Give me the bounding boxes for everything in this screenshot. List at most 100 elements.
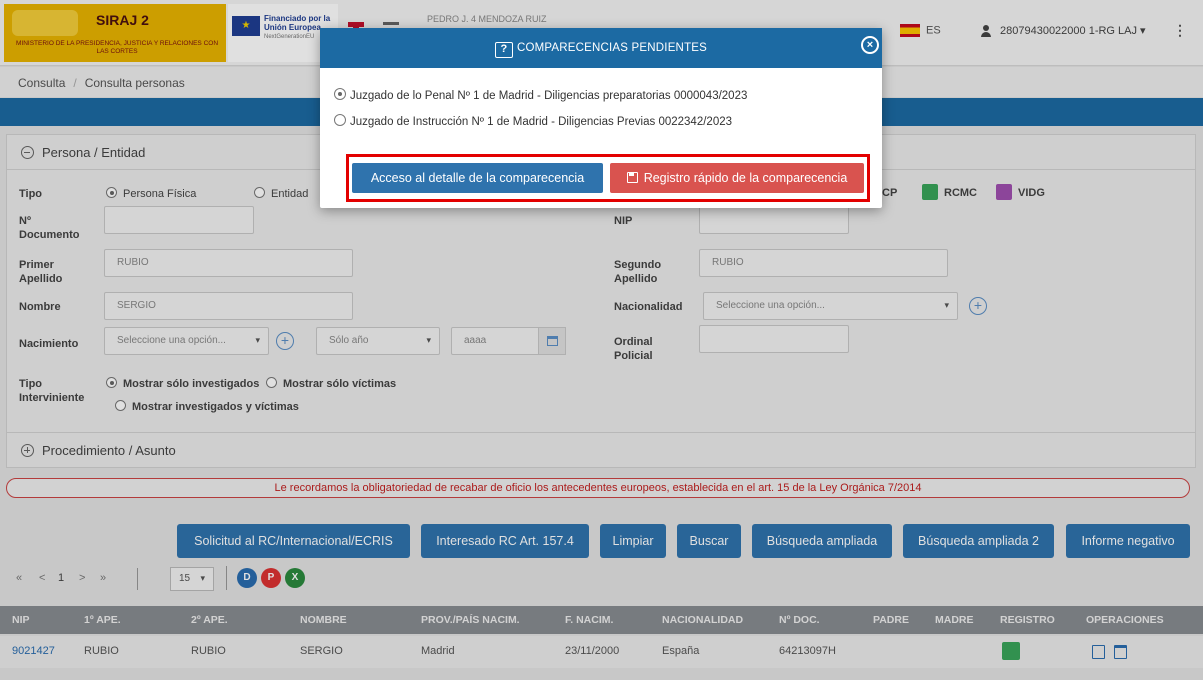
export-pdf-icon[interactable]: P bbox=[261, 568, 281, 588]
breadcrumb-item-consulta[interactable]: Consulta bbox=[18, 76, 65, 90]
busqueda-ampliada-2-button[interactable]: Búsqueda ampliada 2 bbox=[903, 524, 1054, 558]
radio-solo-victimas[interactable]: Mostrar sólo víctimas bbox=[266, 377, 396, 391]
radio-persona-fisica[interactable]: Persona Física bbox=[106, 187, 196, 201]
nacionalidad-select[interactable]: Seleccione una opción... ▾ bbox=[703, 292, 958, 320]
language-selector[interactable]: ES bbox=[900, 24, 941, 37]
limpiar-button[interactable]: Limpiar bbox=[600, 524, 666, 558]
radio-investigados-y-victimas[interactable]: Mostrar investigados y víctimas bbox=[115, 400, 299, 414]
nacimiento-placeholder: Seleccione una opción... bbox=[117, 335, 226, 346]
anio-input[interactable]: aaaa bbox=[451, 327, 541, 355]
radio-solo-investigados[interactable]: Mostrar sólo investigados bbox=[106, 377, 259, 391]
col-ape2[interactable]: 2º APE. bbox=[191, 614, 228, 626]
solicitud-rc-button[interactable]: Solicitud al RC/Internacional/ECRIS bbox=[177, 524, 410, 558]
export-doc-icon[interactable]: D bbox=[237, 568, 257, 588]
ministry-name: MINISTERIO DE LA PRESIDENCIA, JUSTICIA Y… bbox=[15, 40, 219, 55]
col-registro[interactable]: REGISTRO bbox=[1000, 614, 1055, 626]
nip-input[interactable] bbox=[699, 206, 849, 234]
col-madre[interactable]: MADRE bbox=[935, 614, 974, 626]
acceso-detalle-button[interactable]: Acceso al detalle de la comparecencia bbox=[352, 163, 603, 193]
section-title: Procedimiento / Asunto bbox=[42, 443, 176, 458]
section-procedimiento-asunto[interactable]: Procedimiento / Asunto bbox=[6, 432, 1196, 468]
nacionalidad-label: Nacionalidad bbox=[614, 301, 683, 313]
col-nip[interactable]: NIP bbox=[12, 614, 30, 626]
calendar-button[interactable] bbox=[538, 327, 566, 355]
export-xls-icon[interactable]: X bbox=[285, 568, 305, 588]
save-icon bbox=[626, 172, 638, 183]
segundo-apellido-input[interactable]: RUBIO bbox=[699, 249, 948, 277]
account-menu[interactable]: 28079430022000 1-RG LAJ ▾ bbox=[980, 24, 1146, 38]
chevron-down-icon: ▾ bbox=[1137, 25, 1146, 37]
col-ape1[interactable]: 1º APE. bbox=[84, 614, 121, 626]
add-nacionalidad-icon[interactable]: + bbox=[969, 297, 987, 315]
cell-prov: Madrid bbox=[421, 645, 455, 657]
table-row[interactable]: 9021427 RUBIO RUBIO SERGIO Madrid 23/11/… bbox=[0, 636, 1203, 668]
nro-documento-label: Nº Documento bbox=[19, 215, 80, 241]
ordinal-policial-label: Ordinal Policial bbox=[614, 336, 653, 362]
col-padre[interactable]: PADRE bbox=[873, 614, 909, 626]
informe-negativo-button[interactable]: Informe negativo bbox=[1066, 524, 1190, 558]
calendar-icon[interactable] bbox=[1114, 645, 1127, 659]
interesado-rc-button[interactable]: Interesado RC Art. 157.4 bbox=[421, 524, 589, 558]
col-prov[interactable]: PROV./PAÍS NACIM. bbox=[421, 614, 520, 626]
breadcrumb-separator: / bbox=[73, 76, 77, 90]
comparecencia-option-2[interactable]: Juzgado de Instrucción Nº 1 de Madrid - … bbox=[334, 114, 732, 128]
close-icon[interactable]: × bbox=[861, 36, 879, 54]
pager-last[interactable]: » bbox=[100, 572, 106, 584]
cell-ape2: RUBIO bbox=[191, 645, 226, 657]
page: SIRAJ 2 MINISTERIO DE LA PRESIDENCIA, JU… bbox=[0, 0, 1203, 680]
col-nacionalidad[interactable]: NACIONALIDAD bbox=[662, 614, 743, 626]
cell-nip[interactable]: 9021427 bbox=[12, 645, 55, 657]
siraj-logo[interactable]: SIRAJ 2 MINISTERIO DE LA PRESIDENCIA, JU… bbox=[4, 4, 226, 62]
app-title: SIRAJ 2 bbox=[96, 12, 149, 28]
legend-vidg-chip bbox=[996, 184, 1012, 200]
primer-apellido-input[interactable]: RUBIO bbox=[104, 249, 353, 277]
col-ndoc[interactable]: Nº DOC. bbox=[779, 614, 820, 626]
nro-documento-input[interactable] bbox=[104, 206, 254, 234]
col-fnac[interactable]: F. NACIM. bbox=[565, 614, 613, 626]
pager-current[interactable]: 1 bbox=[58, 572, 64, 584]
modal-header: ? COMPARECENCIAS PENDIENTES × bbox=[320, 28, 882, 68]
pager-next[interactable]: > bbox=[79, 572, 85, 584]
primer-apellido-label: Primer Apellido bbox=[19, 259, 63, 285]
cell-ape1: RUBIO bbox=[84, 645, 119, 657]
collapse-icon bbox=[21, 146, 34, 159]
add-nacimiento-icon[interactable]: + bbox=[276, 332, 294, 350]
radio-icon bbox=[266, 377, 277, 388]
account-id: 28079430022000 1-RG LAJ bbox=[1000, 25, 1137, 37]
col-operaciones[interactable]: OPERACIONES bbox=[1086, 614, 1164, 626]
buscar-button[interactable]: Buscar bbox=[677, 524, 741, 558]
chevron-down-icon: ▾ bbox=[426, 335, 431, 345]
user-name: PEDRO J. 4 MENDOZA RUIZ bbox=[427, 14, 547, 24]
pdf-document-icon[interactable] bbox=[1092, 645, 1105, 659]
radio-icon bbox=[106, 187, 117, 198]
pager-prev[interactable]: < bbox=[39, 572, 45, 584]
anio-placeholder: aaaa bbox=[464, 335, 487, 346]
registro-rapido-button[interactable]: Registro rápido de la comparecencia bbox=[610, 163, 864, 193]
spain-flag-icon bbox=[900, 24, 920, 37]
expand-icon bbox=[21, 444, 34, 457]
export-divider bbox=[226, 566, 227, 590]
radio-entidad[interactable]: Entidad bbox=[254, 187, 308, 201]
more-options-icon[interactable]: ⋮ bbox=[1173, 22, 1187, 39]
nacimiento-select[interactable]: Seleccione una opción... ▾ bbox=[104, 327, 269, 355]
solo-anio-value: Sólo año bbox=[329, 335, 369, 346]
ordinal-policial-input[interactable] bbox=[699, 325, 849, 353]
col-nombre[interactable]: NOMBRE bbox=[300, 614, 347, 626]
busqueda-ampliada-button[interactable]: Búsqueda ampliada bbox=[752, 524, 892, 558]
radio-icon bbox=[254, 187, 265, 198]
cell-fnac: 23/11/2000 bbox=[565, 645, 620, 657]
nacionalidad-placeholder: Seleccione una opción... bbox=[716, 300, 825, 311]
pager-first[interactable]: « bbox=[16, 572, 22, 584]
radio-icon bbox=[334, 114, 346, 126]
pager-divider bbox=[137, 568, 138, 590]
solo-anio-select[interactable]: Sólo año ▾ bbox=[316, 327, 440, 355]
legend-cp-label: CP bbox=[882, 187, 898, 199]
per-page-select[interactable]: 15 ▾ bbox=[170, 567, 214, 591]
nombre-input[interactable]: SERGIO bbox=[104, 292, 353, 320]
chevron-down-icon: ▾ bbox=[944, 300, 949, 310]
registro-status-chip bbox=[1002, 642, 1020, 660]
comparecencia-option-1[interactable]: Juzgado de lo Penal Nº 1 de Madrid - Dil… bbox=[334, 88, 747, 102]
chevron-down-icon: ▾ bbox=[255, 335, 260, 345]
chevron-down-icon: ▾ bbox=[200, 573, 205, 583]
cell-ndoc: 64213097H bbox=[779, 645, 836, 657]
